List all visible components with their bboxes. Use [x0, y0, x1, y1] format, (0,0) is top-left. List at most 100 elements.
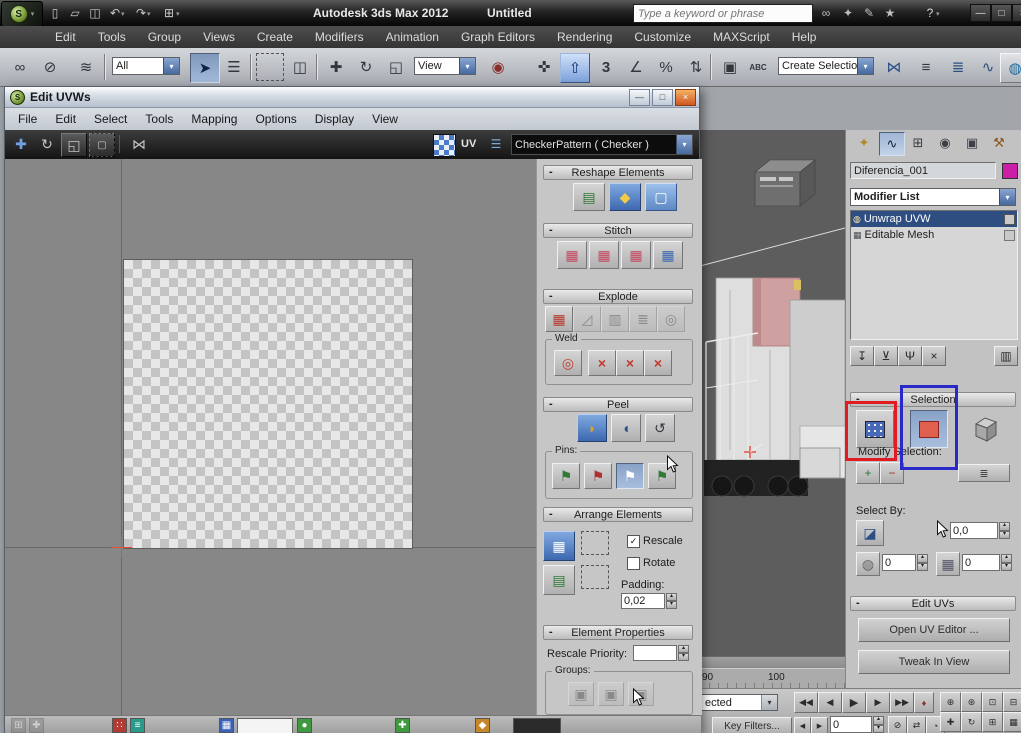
- object-color-swatch[interactable]: [1002, 163, 1018, 179]
- uv-menu-file[interactable]: File: [9, 112, 46, 126]
- track-bar[interactable]: [700, 656, 845, 668]
- spinner-arrows[interactable]: ▴▾: [999, 522, 1010, 539]
- menu-maxscript[interactable]: MAXScript: [702, 30, 781, 44]
- select-and-link-icon[interactable]: ∞: [6, 53, 34, 81]
- unlink-selection-icon[interactable]: ⊘: [36, 53, 64, 81]
- uv-coordinate-field[interactable]: [237, 718, 293, 733]
- uv-menu-edit[interactable]: Edit: [46, 112, 85, 126]
- weld-selected-icon[interactable]: ×: [588, 350, 616, 376]
- matid-spinner[interactable]: 0 ▴▾: [962, 554, 1012, 571]
- named-selection-dropdown[interactable]: Create Selection Se ▾: [778, 57, 874, 75]
- rescale-priority-spinner[interactable]: ▴▾: [633, 645, 689, 661]
- uv-space-label[interactable]: UV: [461, 138, 476, 150]
- zoom-all-icon[interactable]: ⊛: [961, 692, 982, 712]
- menu-group[interactable]: Group: [137, 30, 192, 44]
- menu-graph-editors[interactable]: Graph Editors: [450, 30, 546, 44]
- absolute-offset-icon[interactable]: ⇄: [907, 716, 926, 733]
- use-pivot-center-icon[interactable]: ◉: [484, 53, 512, 81]
- pan-icon[interactable]: ✚: [940, 712, 961, 732]
- uv-rotate-icon[interactable]: ↻: [35, 133, 59, 155]
- uv-options-list-icon[interactable]: ☰: [487, 136, 505, 152]
- next-key-button[interactable]: ▶: [811, 717, 828, 733]
- reset-peel-icon[interactable]: ↺: [645, 414, 675, 442]
- subscription-icon[interactable]: ✦: [838, 4, 858, 22]
- maximize-viewport-icon[interactable]: ⊞: [982, 712, 1003, 732]
- tab-create-icon[interactable]: ✦: [852, 132, 876, 154]
- angle-snap-icon[interactable]: ∠: [622, 53, 650, 81]
- peel-header[interactable]: - Peel: [543, 397, 693, 412]
- uv-soft-selection-icon[interactable]: ●: [297, 718, 312, 733]
- play-button[interactable]: ▶: [842, 692, 866, 713]
- spinner-arrows[interactable]: ▴▾: [917, 554, 928, 571]
- uv-edge-mode-icon[interactable]: ≡: [130, 718, 145, 733]
- minimize-button[interactable]: —: [970, 4, 991, 22]
- planar-angle-spinner[interactable]: 0,0 ▴▾: [950, 522, 1010, 539]
- rescale-priority-field[interactable]: [633, 645, 677, 661]
- uv-checker-map[interactable]: [123, 259, 413, 549]
- uv-editor-canvas[interactable]: [5, 159, 536, 715]
- smoothing-group-value[interactable]: 0: [882, 554, 916, 571]
- break-icon[interactable]: ▦: [545, 306, 573, 332]
- tab-utilities-icon[interactable]: ⚒: [987, 132, 1011, 154]
- chevron-down-icon[interactable]: ▾: [676, 135, 692, 154]
- reference-coordinate-dropdown[interactable]: View ▾: [414, 57, 476, 75]
- infocenter-search[interactable]: [633, 4, 813, 23]
- uv-scale-icon[interactable]: ◱: [61, 133, 87, 157]
- uv-statusbar-icon[interactable]: ✚: [29, 718, 44, 733]
- menu-rendering[interactable]: Rendering: [546, 30, 623, 44]
- spin-up-icon[interactable]: ▴: [678, 645, 689, 653]
- relax-tool-icon[interactable]: ▢: [645, 183, 677, 211]
- uv-menu-select[interactable]: Select: [85, 112, 136, 126]
- selection-filter-dropdown[interactable]: All ▾: [112, 57, 180, 75]
- uv-face-mode-icon[interactable]: ▦: [219, 718, 234, 733]
- key-mode-toggle[interactable]: ♦: [914, 692, 934, 713]
- chevron-down-icon[interactable]: ▾: [999, 189, 1015, 205]
- spin-up-icon[interactable]: ▴: [917, 554, 928, 563]
- element-properties-header[interactable]: - Element Properties: [543, 625, 693, 640]
- favorites-icon[interactable]: ★: [880, 4, 900, 22]
- pin-mode-icon[interactable]: ⚑: [616, 463, 644, 489]
- make-unique-button[interactable]: Ψ: [898, 346, 922, 366]
- go-to-end-button[interactable]: ▶▶: [890, 692, 914, 713]
- explode-by-face-icon[interactable]: ▥: [601, 306, 629, 332]
- render-setup-icon[interactable]: ◍: [1000, 53, 1021, 83]
- previous-key-button[interactable]: ◀: [794, 717, 811, 733]
- curve-editor-icon[interactable]: ∿: [974, 53, 1002, 81]
- zoom-extents-icon[interactable]: ⊡: [982, 692, 1003, 712]
- ungroup-icon[interactable]: ▣: [598, 682, 624, 706]
- pin-stack-button[interactable]: ↧: [850, 346, 874, 366]
- select-by-name-icon[interactable]: ☰: [220, 53, 248, 81]
- stitch-average-icon[interactable]: ▦: [589, 241, 619, 269]
- reshape-elements-header[interactable]: - Reshape Elements: [543, 165, 693, 180]
- bind-to-spacewarp-icon[interactable]: ≋: [72, 53, 100, 81]
- spin-down-icon[interactable]: ▾: [666, 601, 677, 609]
- target-weld-icon[interactable]: ◎: [554, 350, 582, 376]
- show-end-result-button[interactable]: ⊻: [874, 346, 898, 366]
- next-frame-button[interactable]: ▶: [866, 692, 890, 713]
- unpin-tool-icon[interactable]: ⚑: [584, 463, 612, 489]
- select-and-rotate-icon[interactable]: ↻: [352, 53, 380, 81]
- lock-selection-icon[interactable]: ⊘: [888, 716, 907, 733]
- align-icon[interactable]: ≡: [912, 53, 940, 81]
- modifier-list-dropdown[interactable]: Modifier List ▾: [850, 188, 1016, 206]
- uv-menu-display[interactable]: Display: [306, 112, 363, 126]
- show-map-checker-icon[interactable]: [433, 134, 456, 157]
- close-button[interactable]: ×: [1012, 4, 1021, 22]
- uv-menu-tools[interactable]: Tools: [136, 112, 182, 126]
- open-uv-editor-button[interactable]: Open UV Editor ...: [858, 618, 1010, 642]
- spin-up-icon[interactable]: ▴: [999, 522, 1010, 531]
- uv-filter-dropdown[interactable]: [513, 718, 561, 733]
- explode-header[interactable]: - Explode: [543, 289, 693, 304]
- stitch-source-icon[interactable]: ▦: [621, 241, 651, 269]
- select-by-element-cube-icon[interactable]: [970, 414, 1000, 444]
- spin-up-icon[interactable]: ▴: [873, 716, 884, 725]
- help-flyout-icon[interactable]: ▾: [936, 10, 940, 18]
- matid-value[interactable]: 0: [962, 554, 1000, 571]
- weld-threshold-icon[interactable]: ×: [644, 350, 672, 376]
- spin-down-icon[interactable]: ▾: [999, 531, 1010, 540]
- spinner-snap-icon[interactable]: ⇅: [682, 53, 710, 81]
- manage-flyout-icon[interactable]: ▾: [176, 10, 180, 18]
- rescale-checkbox[interactable]: ✓: [627, 535, 640, 548]
- uv-menu-mapping[interactable]: Mapping: [182, 112, 246, 126]
- rescale-custom-icon[interactable]: [581, 565, 609, 589]
